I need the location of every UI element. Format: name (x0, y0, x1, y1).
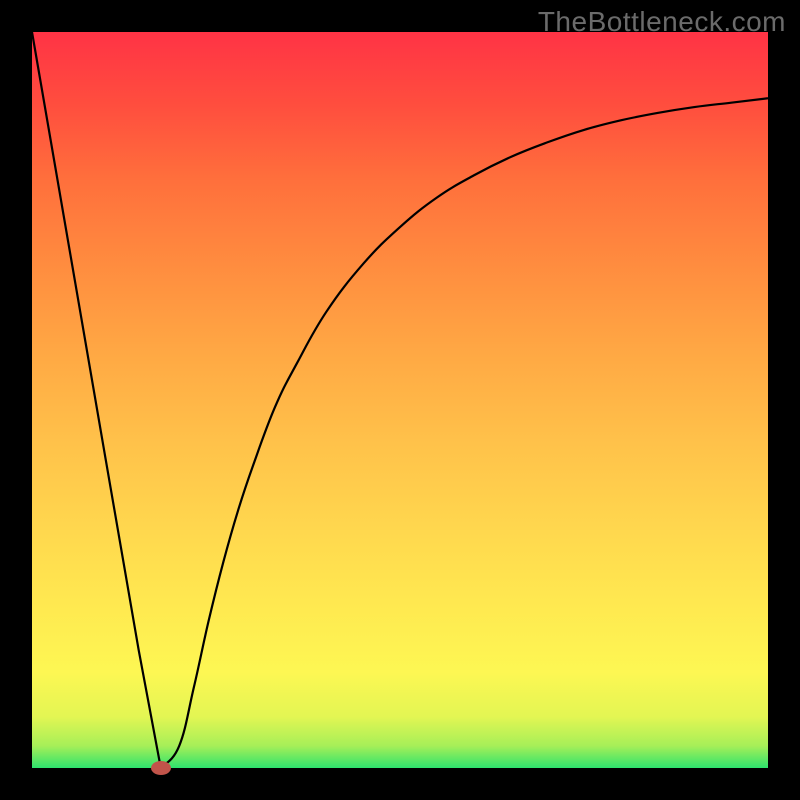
plot-area (32, 32, 768, 768)
optimum-marker (151, 761, 171, 775)
bottleneck-curve (32, 32, 768, 768)
chart-frame: TheBottleneck.com (0, 0, 800, 800)
watermark-text: TheBottleneck.com (538, 6, 786, 38)
